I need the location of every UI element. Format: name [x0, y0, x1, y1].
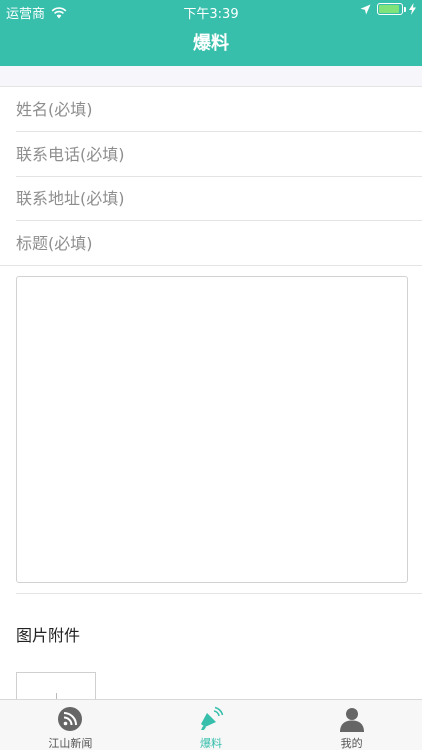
tab-label: 爆料	[200, 737, 222, 750]
name-input[interactable]	[16, 87, 406, 131]
header-spacer	[0, 66, 422, 87]
status-bar: 运营商 下午3:39	[0, 0, 422, 22]
title-row	[0, 221, 422, 266]
phone-row	[0, 132, 422, 177]
title-input[interactable]	[16, 221, 406, 265]
row-divider	[0, 265, 422, 266]
location-arrow-icon	[360, 4, 371, 14]
megaphone-icon	[201, 706, 224, 730]
nav-bar: 爆料	[0, 22, 422, 66]
tab-bar: 江山新闻 爆料 我的	[0, 699, 422, 750]
battery-icon	[377, 3, 406, 15]
content-textarea[interactable]	[16, 276, 408, 583]
attachments-title: 图片附件	[16, 626, 81, 645]
tab-news[interactable]: 江山新闻	[0, 700, 141, 750]
name-row	[0, 87, 422, 132]
user-icon	[339, 708, 364, 732]
status-time: 下午3:39	[183, 7, 239, 22]
rss-icon	[58, 707, 83, 731]
tab-report[interactable]: 爆料	[141, 700, 282, 750]
tab-mine[interactable]: 我的	[281, 700, 422, 750]
tab-label: 我的	[340, 737, 363, 750]
address-input[interactable]	[16, 176, 406, 220]
charging-bolt-icon	[409, 3, 416, 15]
address-row	[0, 176, 422, 221]
page-title: 爆料	[193, 33, 229, 54]
section-divider	[16, 593, 422, 594]
phone-input[interactable]	[16, 132, 406, 176]
status-right	[360, 3, 416, 15]
tab-label: 江山新闻	[48, 737, 93, 750]
